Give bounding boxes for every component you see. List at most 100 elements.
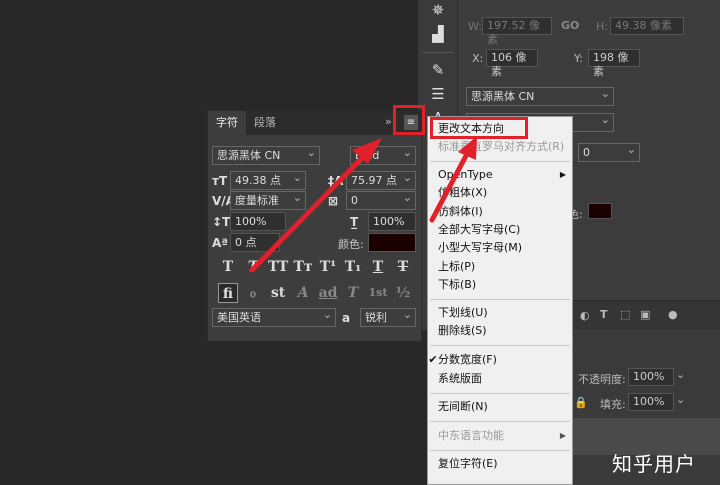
collapse-icon[interactable]: » <box>385 115 392 128</box>
underline-button[interactable]: T <box>368 257 388 277</box>
font-family-select[interactable]: 思源黑体 CN <box>466 86 614 106</box>
width-field[interactable]: 197.52 像素 <box>482 17 552 46</box>
ordinals-button[interactable]: 1st <box>368 283 388 303</box>
menu-item-opentype[interactable]: OpenType ▶ <box>428 166 572 184</box>
swash-button[interactable]: A <box>293 283 313 303</box>
faux-bold-button[interactable]: T <box>218 257 238 277</box>
faux-italic-button[interactable]: T <box>243 257 263 277</box>
menu-item-label: 中东语言功能 <box>438 429 504 442</box>
all-caps-button[interactable]: TT <box>268 257 288 277</box>
baseline-shift-field[interactable]: 0 点 <box>230 233 280 252</box>
brush-icon[interactable]: ✎ <box>427 60 449 80</box>
vertical-scale-field[interactable]: 100% <box>230 212 286 231</box>
height-label: H: <box>596 20 608 33</box>
circle-half-icon[interactable]: ◐ <box>580 309 590 322</box>
tab-character[interactable]: 字符 <box>208 111 246 135</box>
sliders-icon[interactable]: ☰ <box>427 84 449 104</box>
opacity-field[interactable]: 100% <box>628 368 674 386</box>
menu-item-all-caps[interactable]: 全部大写字母(C) <box>428 221 572 239</box>
fractions-button[interactable]: ½ <box>393 283 413 303</box>
menu-item-fractional-widths[interactable]: ✔ 分数宽度(F) <box>428 351 572 369</box>
language-select[interactable]: 美国英语 <box>212 307 336 327</box>
submenu-arrow-icon: ▶ <box>559 170 566 179</box>
leading-icon: ‡A <box>328 174 344 188</box>
y-label: Y: <box>574 52 583 65</box>
menu-separator <box>430 299 570 300</box>
menu-item-strikethrough[interactable]: 删除线(S) <box>428 322 572 340</box>
opacity-label: 不透明度: <box>578 373 626 386</box>
wheel-icon[interactable]: ✵ <box>427 0 449 20</box>
contextual-alternates-button[interactable]: st <box>268 283 288 303</box>
fill-field[interactable]: 100% <box>628 393 674 411</box>
menu-separator <box>430 161 570 162</box>
strikethrough-button[interactable]: T <box>393 257 413 277</box>
menu-item-faux-italic[interactable]: 仿斜体(I) <box>428 203 572 221</box>
panel-tabbar: 字符 段落 » ≡ <box>208 111 421 135</box>
menu-item-middle-eastern-features: 中东语言功能 ▶ <box>428 427 572 445</box>
leading-select[interactable]: 75.97 点 <box>346 170 416 190</box>
menu-item-superscript[interactable]: 上标(P) <box>428 258 572 276</box>
kerning-select[interactable]: 度量标准 <box>230 190 306 210</box>
pin-icon[interactable]: ● <box>668 308 678 321</box>
x-field[interactable]: 106 像素 <box>486 49 538 78</box>
menu-separator <box>430 393 570 394</box>
character-panel: 字符 段落 » ≡ 思源黑体 CN Bold тT 49.38 点 ‡A 75.… <box>207 110 422 342</box>
tracking-select[interactable]: 0 <box>578 142 640 162</box>
menu-item-no-break[interactable]: 无间断(N) <box>428 398 572 416</box>
discretionary-ligature-button[interactable]: ℴ <box>243 283 263 303</box>
link-dimensions-icon[interactable]: GO <box>561 19 579 32</box>
chevron-down-icon[interactable]: ⌄ <box>676 393 685 406</box>
stylistic-alternates-button[interactable]: ad <box>318 283 338 303</box>
tab-paragraph[interactable]: 段落 <box>246 111 284 135</box>
small-caps-button[interactable]: Tт <box>293 257 313 277</box>
menu-item-small-caps[interactable]: 小型大写字母(M) <box>428 239 572 257</box>
histogram-icon[interactable]: ▟ <box>427 24 449 44</box>
antialias-icon: a <box>342 311 351 325</box>
color-swatch[interactable] <box>588 203 612 219</box>
text-layer-icon[interactable]: T <box>600 308 608 321</box>
width-label: W: <box>468 20 482 33</box>
subscript-button[interactable]: T₁ <box>343 257 363 277</box>
y-field[interactable]: 198 像素 <box>588 49 640 78</box>
height-field[interactable]: 49.38 像素 <box>610 17 684 35</box>
menu-button-highlight <box>393 105 425 135</box>
opentype-buttons: fi ℴ st A ad T 1st ½ <box>218 283 413 303</box>
menu-separator <box>430 345 570 346</box>
ligature-button[interactable]: fi <box>218 283 238 303</box>
tracking-select[interactable]: 0 <box>346 190 416 210</box>
menu-item-label: OpenType <box>438 168 493 181</box>
titling-alternates-button[interactable]: T <box>343 283 363 303</box>
superscript-button[interactable]: T¹ <box>318 257 338 277</box>
menu-item-reset-character[interactable]: 复位字符(E) <box>428 455 572 473</box>
baseline-shift-icon: Aª <box>212 236 229 250</box>
menu-item-subscript[interactable]: 下标(B) <box>428 276 572 294</box>
font-style-select[interactable]: Bold <box>350 145 416 165</box>
chevron-down-icon[interactable]: ⌄ <box>676 368 685 381</box>
text-color-swatch[interactable] <box>368 233 416 252</box>
transform-icon[interactable]: ⬚ <box>620 308 630 321</box>
antialias-select[interactable]: 锐利 <box>360 307 416 327</box>
menu-item-underline[interactable]: 下划线(U) <box>428 304 572 322</box>
menu-separator <box>430 450 570 451</box>
watermark: 知乎用户 <box>612 452 696 476</box>
x-label: X: <box>472 52 484 65</box>
menu-item-label: 分数宽度(F) <box>438 353 497 366</box>
font-family-select[interactable]: 思源黑体 CN <box>212 145 320 165</box>
font-size-select[interactable]: 49.38 点 <box>230 170 306 190</box>
vertical-scale-icon: ↕T <box>212 215 231 229</box>
horizontal-scale-field[interactable]: 100% <box>368 212 416 231</box>
menu-item-faux-bold[interactable]: 仿粗体(X) <box>428 184 572 202</box>
lock-icon[interactable]: 🔒 <box>574 396 588 409</box>
menu-item-system-layout[interactable]: 系统版面 <box>428 370 572 388</box>
color-label: 颜色: <box>338 238 364 251</box>
submenu-arrow-icon: ▶ <box>559 431 566 440</box>
menu-item-highlight <box>430 117 528 139</box>
smart-object-icon[interactable]: ▣ <box>640 308 650 321</box>
tool-separator <box>422 52 454 53</box>
tracking-icon: ⊠ <box>328 194 339 208</box>
checkmark-icon: ✔ <box>428 353 438 366</box>
fill-label: 填充: <box>600 398 626 411</box>
horizontal-scale-icon: T̲ <box>350 215 359 229</box>
menu-item-standard-vertical-roman: 标准垂直罗马对齐方式(R) <box>438 140 565 153</box>
type-style-buttons: T T TT Tт T¹ T₁ T T <box>218 257 413 277</box>
